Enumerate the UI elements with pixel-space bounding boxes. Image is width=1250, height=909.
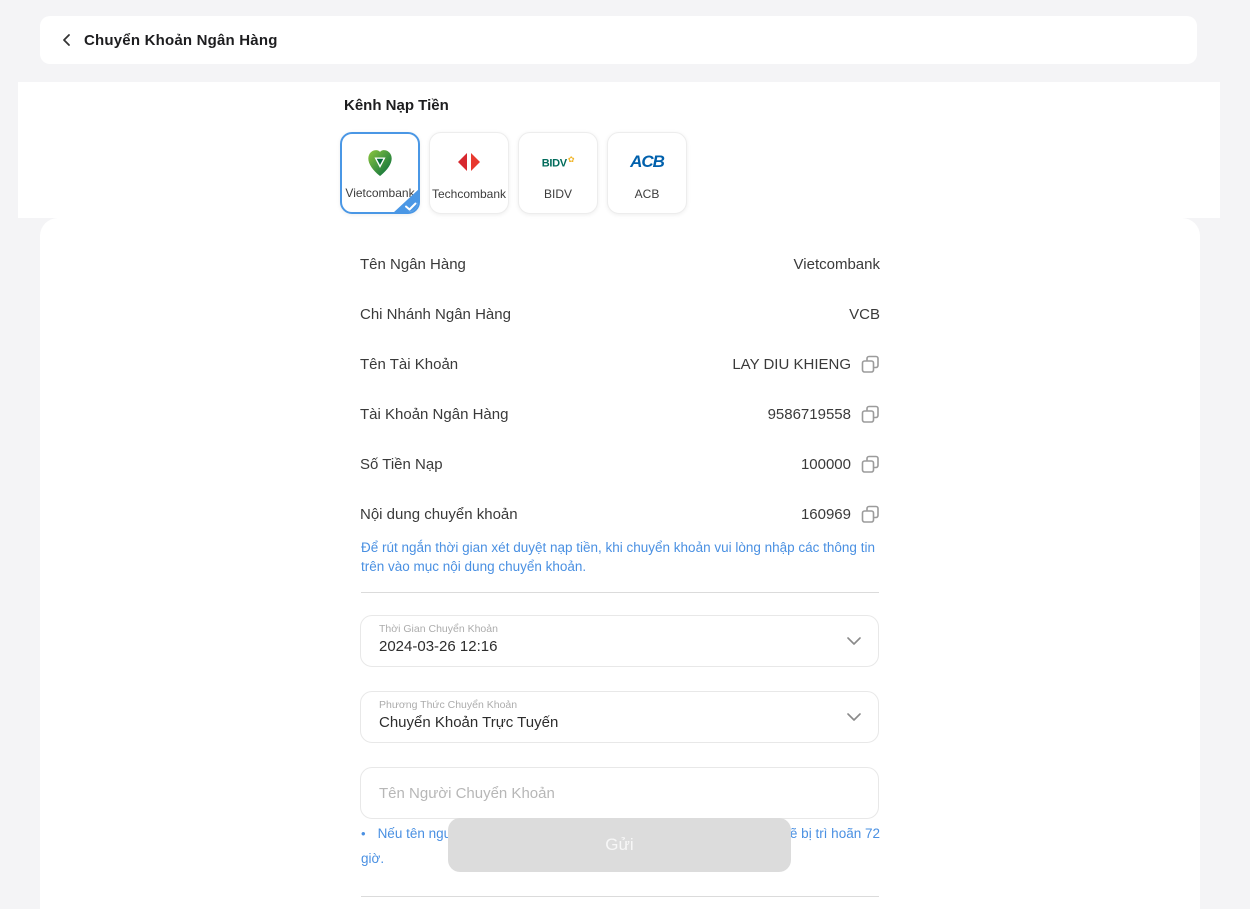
field-label: Phương Thức Chuyển Khoản [379, 699, 834, 711]
field-value: 2024-03-26 12:16 [379, 638, 834, 655]
copy-icon[interactable] [861, 505, 880, 524]
chevron-down-icon [847, 637, 861, 645]
chevron-left-icon [60, 33, 74, 47]
bank-card-bidv[interactable]: BIDV✿ BIDV [518, 132, 598, 214]
selected-check-icon [393, 189, 419, 213]
transfer-instruction-note: Để rút ngắn thời gian xét duyệt nạp tiền… [361, 538, 880, 576]
deposit-channel-title: Kênh Nạp Tiền [344, 97, 449, 114]
bidv-logo-icon: BIDV✿ [542, 146, 575, 178]
bank-cards-row: Vietcombank Techcombank BIDV✿ BIDV ACB A… [340, 132, 687, 214]
detail-label: Tên Tài Khoản [360, 356, 458, 373]
detail-label: Tên Ngân Hàng [360, 256, 466, 273]
page-title: Chuyển Khoản Ngân Hàng [84, 32, 278, 49]
sender-name-input[interactable] [360, 767, 879, 819]
detail-value: 9586719558 [768, 406, 851, 423]
detail-row-bank-name: Tên Ngân Hàng Vietcombank [360, 239, 880, 289]
field-value: Chuyển Khoản Trực Tuyến [379, 714, 834, 731]
vietcombank-logo-icon [365, 147, 395, 179]
detail-row-amount: Số Tiền Nạp 100000 [360, 439, 880, 489]
field-label: Thời Gian Chuyển Khoản [379, 623, 834, 635]
bank-card-techcombank[interactable]: Techcombank [429, 132, 509, 214]
chevron-down-icon [847, 713, 861, 721]
techcombank-logo-icon [456, 146, 482, 178]
copy-icon[interactable] [861, 355, 880, 374]
bank-card-vietcombank[interactable]: Vietcombank [340, 132, 420, 214]
bank-card-label: ACB [635, 187, 660, 201]
page-header: Chuyển Khoản Ngân Hàng [40, 16, 1197, 64]
submit-button[interactable]: Gửi [448, 818, 791, 872]
detail-label: Tài Khoản Ngân Hàng [360, 406, 508, 423]
copy-icon[interactable] [861, 455, 880, 474]
detail-row-account-number: Tài Khoản Ngân Hàng 9586719558 [360, 389, 880, 439]
warning-start: •Nếu tên ngườ [361, 826, 462, 841]
copy-icon[interactable] [861, 405, 880, 424]
bank-card-acb[interactable]: ACB ACB [607, 132, 687, 214]
detail-row-account-name: Tên Tài Khoản LAY DIU KHIENG [360, 339, 880, 389]
detail-row-branch: Chi Nhánh Ngân Hàng VCB [360, 289, 880, 339]
detail-value: VCB [849, 306, 880, 323]
bank-card-label: BIDV [544, 187, 572, 201]
detail-value: 100000 [801, 456, 851, 473]
back-button[interactable] [56, 29, 78, 51]
detail-label: Chi Nhánh Ngân Hàng [360, 306, 511, 323]
warning-end: sẽ bị trì hoãn 72 [783, 826, 880, 841]
divider [361, 896, 879, 897]
detail-value: 160969 [801, 506, 851, 523]
divider [361, 592, 879, 593]
bank-card-label: Techcombank [432, 187, 506, 201]
acb-logo-icon: ACB [630, 146, 664, 178]
detail-value: Vietcombank [794, 256, 880, 273]
transfer-time-select[interactable]: Thời Gian Chuyển Khoản 2024-03-26 12:16 [360, 615, 879, 667]
transfer-method-select[interactable]: Phương Thức Chuyển Khoản Chuyển Khoản Tr… [360, 691, 879, 743]
bullet-icon: • [361, 826, 366, 841]
detail-label: Nội dung chuyển khoản [360, 506, 518, 523]
detail-label: Số Tiền Nạp [360, 456, 443, 473]
detail-row-transfer-content: Nội dung chuyển khoản 160969 [360, 489, 880, 539]
detail-value: LAY DIU KHIENG [732, 356, 851, 373]
